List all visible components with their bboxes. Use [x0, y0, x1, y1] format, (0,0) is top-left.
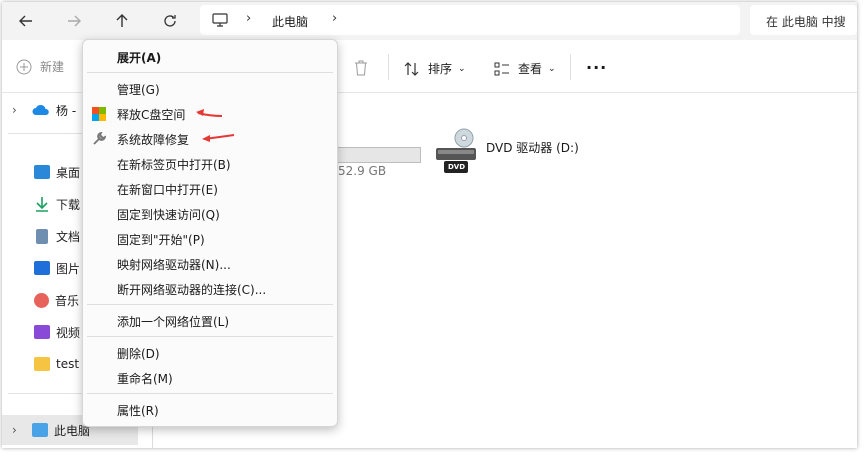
- monitor-icon: [212, 13, 228, 27]
- desktop-icon: [34, 165, 50, 179]
- drive-usage-bar: [334, 147, 421, 163]
- menu-item-label: 映射网络驱动器(N)...: [117, 257, 231, 272]
- menu-item-expand[interactable]: 展开(A): [83, 45, 337, 69]
- sidebar-item-label: 杨 -: [56, 103, 77, 118]
- dvd-drive-label: DVD 驱动器 (D:): [486, 141, 579, 155]
- context-menu: 展开(A) 管理(G) 释放C盘空间 系统故障修复 在新标签页中打开(B) 在新…: [82, 39, 338, 427]
- picture-icon: [34, 261, 50, 275]
- new-button[interactable]: 新建: [16, 58, 64, 75]
- breadcrumb-chevron-icon[interactable]: ›: [332, 11, 337, 26]
- menu-item-properties[interactable]: 属性(R): [83, 398, 337, 422]
- menu-item-open-new-tab[interactable]: 在新标签页中打开(B): [83, 152, 337, 176]
- computer-icon: [32, 423, 48, 437]
- chevron-down-icon: ⌄: [548, 63, 556, 74]
- sidebar-item-label: 音乐: [55, 293, 80, 308]
- menu-item-label: 添加一个网络位置(L): [117, 314, 230, 329]
- sidebar-item-label: 图片: [56, 261, 81, 276]
- breadcrumb-chevron-icon: ›: [246, 11, 252, 26]
- document-icon: [36, 228, 48, 244]
- toolbar-divider: [570, 54, 571, 80]
- sidebar-item-label: test: [56, 357, 80, 371]
- onedrive-cloud-icon: [32, 104, 49, 115]
- forward-button[interactable]: [60, 7, 88, 35]
- sort-button[interactable]: 排序 ⌄: [404, 60, 466, 77]
- expand-chevron-icon[interactable]: ›: [12, 103, 17, 117]
- plus-circle-icon: [16, 59, 32, 74]
- menu-item-label: 固定到快速访问(Q): [117, 207, 220, 222]
- toolbar-divider: [388, 54, 389, 80]
- menu-item-label: 属性(R): [117, 403, 159, 418]
- new-label: 新建: [40, 60, 65, 74]
- menu-item-label: 系统故障修复: [117, 132, 190, 147]
- menu-item-label: 释放C盘空间: [117, 107, 186, 122]
- menu-item-manage[interactable]: 管理(G): [83, 77, 337, 101]
- view-icon: [494, 62, 509, 75]
- menu-item-disconnect-network-drive[interactable]: 断开网络驱动器的连接(C)...: [83, 277, 337, 301]
- view-button[interactable]: 查看 ⌄: [494, 60, 556, 77]
- music-icon: [34, 292, 49, 308]
- sidebar-item-label: 下载: [56, 197, 81, 212]
- menu-item-rename[interactable]: 重命名(M): [83, 366, 337, 390]
- menu-item-map-network-drive[interactable]: 映射网络驱动器(N)...: [83, 252, 337, 276]
- sidebar-item-label: 桌面: [56, 165, 81, 180]
- refresh-icon: [164, 15, 176, 27]
- chevron-down-icon: ⌄: [458, 63, 466, 74]
- red-arrow-annotation-icon: [196, 109, 223, 117]
- address-field[interactable]: › 此电脑 ›: [200, 5, 740, 35]
- menu-item-label: 删除(D): [117, 346, 160, 361]
- menu-item-label: 展开(A): [117, 50, 162, 65]
- menu-item-pin-quick-access[interactable]: 固定到快速访问(Q): [83, 202, 337, 226]
- menu-item-label: 管理(G): [117, 82, 160, 97]
- arrow-up-icon: [116, 14, 128, 27]
- sort-icon: [404, 61, 419, 76]
- menu-item-open-new-window[interactable]: 在新窗口中打开(E): [83, 177, 337, 201]
- menu-item-label: 固定到"开始"(P): [117, 232, 205, 247]
- sidebar-item-label: 文档: [56, 229, 81, 244]
- windows-cleanup-icon: [92, 107, 106, 121]
- back-button[interactable]: [12, 7, 40, 35]
- menu-item-pin-start[interactable]: 固定到"开始"(P): [83, 227, 337, 251]
- wrench-icon: [93, 132, 106, 145]
- menu-item-label: 在新标签页中打开(B): [117, 157, 231, 172]
- download-icon: [36, 197, 48, 212]
- folder-icon: [34, 357, 50, 371]
- sort-label: 排序: [428, 62, 453, 76]
- dvd-drive-item[interactable]: DVD DVD 驱动器 (D:): [432, 128, 582, 178]
- view-label: 查看: [518, 62, 543, 76]
- menu-item-delete[interactable]: 删除(D): [83, 341, 337, 365]
- sidebar-item-label: 视频: [56, 325, 81, 340]
- breadcrumb-this-pc[interactable]: 此电脑: [272, 13, 308, 30]
- menu-separator: [87, 72, 333, 73]
- menu-item-label: 断开网络驱动器的连接(C)...: [117, 282, 267, 297]
- menu-separator: [87, 393, 333, 394]
- video-icon: [34, 325, 50, 339]
- address-bar-row: › 此电脑 › 在 此电脑 中搜: [2, 2, 857, 40]
- refresh-button[interactable]: [156, 7, 184, 35]
- arrow-right-icon: [68, 15, 81, 27]
- delete-icon[interactable]: [354, 60, 368, 76]
- menu-separator: [87, 336, 333, 337]
- drive-size-text: 52.9 GB: [338, 164, 387, 178]
- search-input[interactable]: 在 此电脑 中搜: [750, 5, 857, 35]
- menu-item-label: 重命名(M): [117, 371, 173, 386]
- search-placeholder: 在 此电脑 中搜: [766, 15, 846, 29]
- arrow-left-icon: [19, 15, 32, 27]
- up-button[interactable]: [108, 7, 136, 35]
- menu-item-add-network-location[interactable]: 添加一个网络位置(L): [83, 309, 337, 333]
- more-options-icon[interactable]: ···: [586, 58, 607, 77]
- expand-chevron-icon[interactable]: ›: [12, 423, 17, 437]
- menu-item-label: 在新窗口中打开(E): [117, 182, 218, 197]
- red-arrow-annotation-icon: [202, 134, 235, 142]
- explorer-window: › 此电脑 › 在 此电脑 中搜 新建 排序 ⌄ 查看 ⌄ ··· › 杨 - …: [2, 2, 857, 448]
- menu-separator: [87, 304, 333, 305]
- dvd-badge: DVD: [448, 163, 466, 171]
